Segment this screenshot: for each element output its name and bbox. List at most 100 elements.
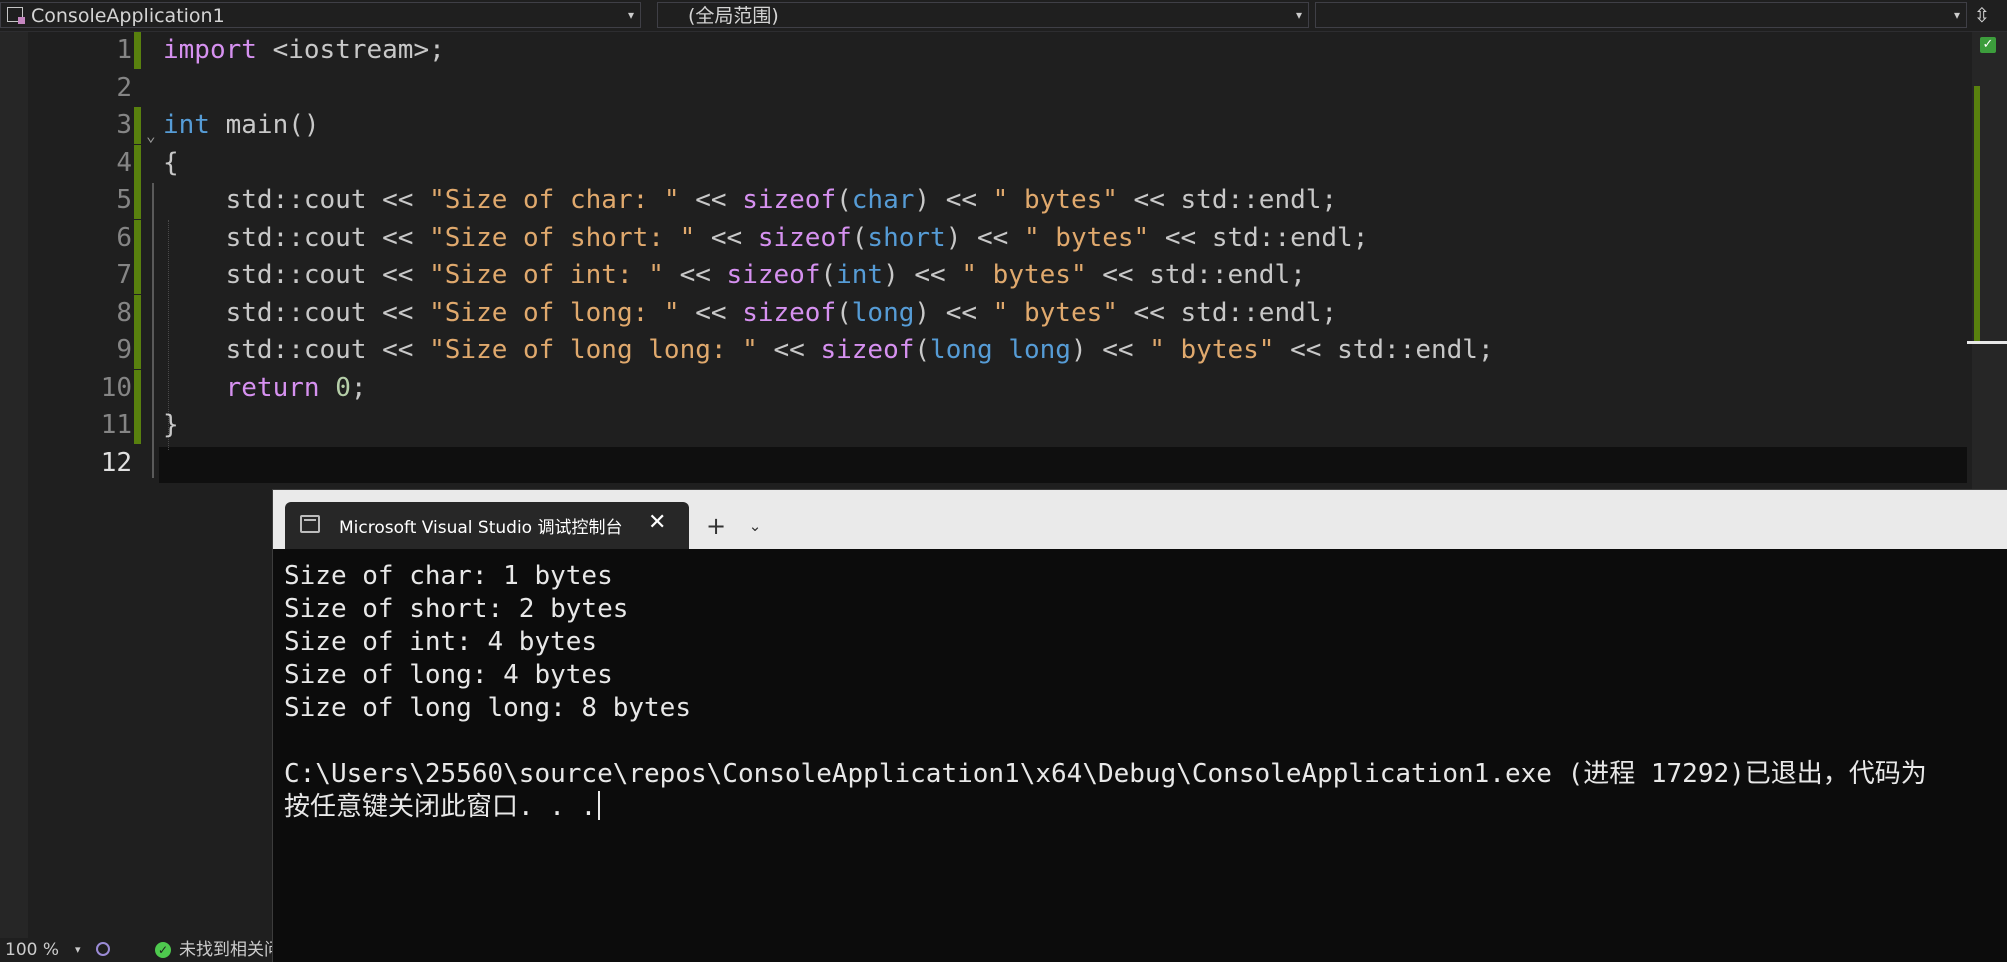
console-output[interactable]: Size of char: 1 bytes Size of short: 2 by… [284, 560, 1927, 824]
line-number: 2 [116, 72, 132, 103]
change-marker [134, 107, 141, 144]
code-token: ) << [914, 185, 993, 215]
code-text: int main() [163, 107, 320, 144]
code-token: << [757, 335, 821, 365]
member-dropdown[interactable]: ▾ [1315, 2, 1967, 28]
code-token: << std::endl; [1274, 335, 1494, 365]
zoom-level[interactable]: 100 % [5, 938, 59, 962]
code-token: return [225, 372, 320, 403]
code-line[interactable]: 10 return 0; [0, 369, 1972, 407]
status-bar: 100 % ▾ ✓ 未找到相关问 [0, 938, 281, 962]
scroll-position-marker[interactable] [1967, 341, 2007, 344]
change-marker [134, 332, 141, 369]
project-icon [7, 7, 25, 24]
code-line[interactable]: 12 [0, 445, 1972, 482]
code-line[interactable]: 11} [0, 407, 1972, 444]
code-token: sizeof [820, 335, 915, 365]
change-marker [134, 32, 141, 69]
line-number: 8 [116, 297, 132, 328]
project-name: ConsoleApplication1 [31, 5, 225, 27]
scope-dropdown[interactable]: (全局范围) ▾ [657, 2, 1309, 28]
code-text: { [163, 145, 179, 182]
console-line: Size of short: 2 bytes [284, 594, 629, 624]
code-token: << [679, 185, 743, 215]
code-line[interactable]: 3 ⌄ int main() [0, 107, 1972, 145]
line-number: 6 [116, 222, 132, 253]
line-number: 12 [100, 447, 132, 478]
code-token: std::cout << [163, 222, 430, 253]
tab-menu-button[interactable]: ⌄ [743, 512, 767, 540]
code-line[interactable]: 4{ [0, 144, 1972, 182]
code-token: char [851, 185, 915, 215]
code-token: << [695, 222, 758, 253]
code-token: int [163, 110, 210, 140]
code-line[interactable]: 7 std::cout << "Size of int: " << sizeof… [0, 257, 1972, 294]
code-line[interactable]: 8 std::cout << "Size of long: " << sizeo… [0, 294, 1972, 332]
code-text: std::cout << "Size of int: " << sizeof(i… [163, 257, 1306, 294]
tab-title: Microsoft Visual Studio 调试控制台 [339, 518, 623, 538]
code-token: " bytes" [961, 260, 1087, 290]
console-line: 按任意键关闭此窗口. . . [284, 791, 1927, 824]
code-token: long long [930, 335, 1071, 365]
code-token: std::cout << [163, 260, 430, 290]
change-marker [134, 407, 141, 444]
split-icon[interactable]: ⇳ [1968, 4, 1996, 28]
code-text: std::cout << "Size of char: " << sizeof(… [163, 182, 1337, 219]
issues-status[interactable]: 未找到相关问 [179, 938, 281, 962]
console-line: Size of char: 1 bytes [284, 561, 613, 591]
code-token: } [163, 410, 179, 440]
code-token: <iostream>; [272, 35, 445, 65]
line-number: 1 [116, 35, 132, 65]
console-tab[interactable]: Microsoft Visual Studio 调试控制台 ✕ [285, 502, 689, 549]
code-token: << std::endl; [1117, 297, 1338, 328]
chevron-down-icon[interactable]: ▾ [75, 938, 81, 962]
line-number: 5 [116, 185, 132, 215]
code-token: ) << [914, 297, 993, 328]
code-token: int [836, 260, 884, 290]
code-line[interactable]: 9 std::cout << "Size of long long: " << … [0, 332, 1972, 369]
code-token: << [679, 297, 743, 328]
code-token: ( [836, 297, 852, 328]
tools-icon[interactable] [96, 942, 110, 956]
code-line[interactable]: 5 std::cout << "Size of char: " << sizeo… [0, 182, 1972, 219]
line-number: 11 [100, 410, 132, 440]
code-token: long [851, 297, 915, 328]
code-token: import [163, 35, 273, 65]
code-token: "Size of long long: " [429, 335, 758, 365]
code-token: ) << [1070, 335, 1150, 365]
code-token: "Size of long: " [429, 297, 680, 328]
code-token: "Size of char: " [429, 185, 680, 215]
code-line[interactable]: 6 std::cout << "Size of short: " << size… [0, 219, 1972, 257]
debug-console-window[interactable]: Microsoft Visual Studio 调试控制台 ✕ + ⌄ Size… [272, 489, 2007, 962]
change-marker [134, 257, 141, 294]
change-marker [1974, 86, 1980, 341]
code-line[interactable]: 1 import <iostream>; [0, 32, 1972, 69]
code-token: ( [836, 185, 852, 215]
terminal-icon [300, 515, 320, 533]
code-token: " bytes" [1023, 222, 1150, 253]
code-token: sizeof [742, 185, 837, 215]
check-icon: ✓ [155, 942, 171, 958]
line-number: 10 [100, 372, 132, 403]
change-marker [134, 182, 141, 219]
code-token: ) << [883, 260, 962, 290]
code-text: std::cout << "Size of short: " << sizeof… [163, 220, 1369, 257]
code-token: << std::endl; [1086, 260, 1306, 290]
code-token: main() [209, 110, 320, 140]
line-number: 4 [116, 147, 132, 178]
code-token: ; [350, 372, 367, 403]
code-token: std::cout << [163, 335, 430, 365]
scope-label: (全局范围) [688, 5, 779, 27]
code-text: import <iostream>; [163, 32, 445, 69]
code-token: sizeof [742, 297, 837, 328]
check-icon: ✓ [1980, 37, 1996, 53]
new-tab-button[interactable]: + [701, 512, 731, 540]
close-icon[interactable]: ✕ [648, 510, 666, 535]
console-line: Size of int: 4 bytes [284, 627, 598, 657]
code-token: ) << [945, 222, 1024, 253]
project-dropdown[interactable]: ConsoleApplication1 ▾ [0, 2, 641, 28]
code-token: "Size of short: " [429, 222, 696, 253]
code-line[interactable]: 2 [0, 70, 1972, 107]
